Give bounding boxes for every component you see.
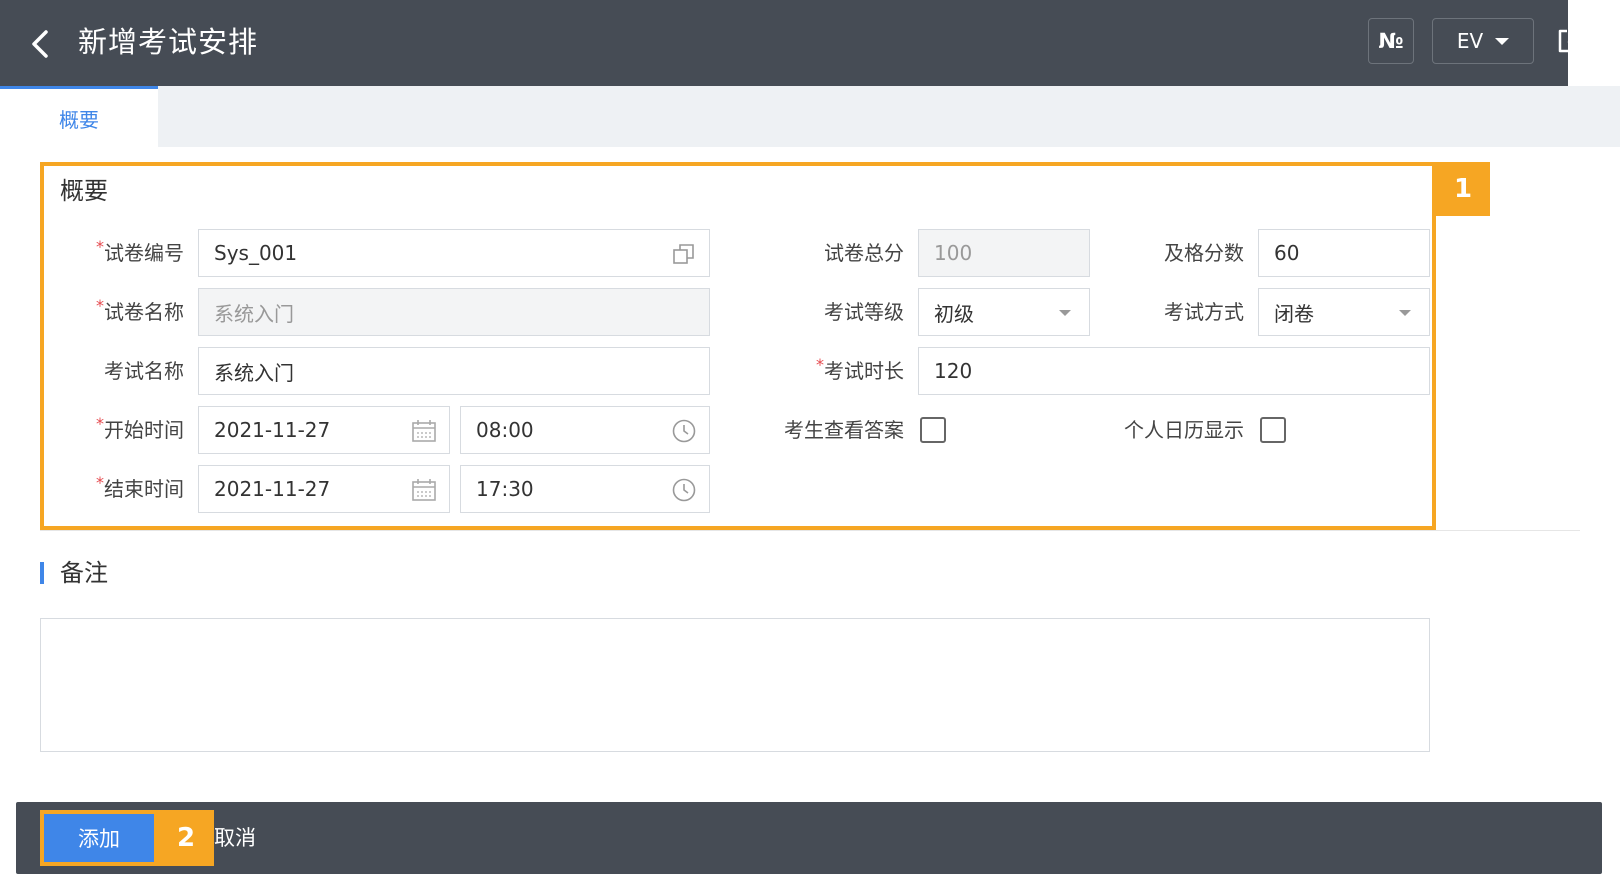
paper-code-input[interactable]: Sys_001 <box>198 229 710 277</box>
dropdown-caret-icon <box>1059 310 1071 316</box>
pass-score-label: 及格分数 <box>1164 241 1244 265</box>
exam-mode-label: 考试方式 <box>1164 300 1244 324</box>
required-asterisk: * <box>96 237 104 256</box>
end-time-value: 17:30 <box>476 477 534 501</box>
section-divider <box>40 530 1580 531</box>
start-date-input[interactable]: 2021-11-27 <box>198 406 450 454</box>
calendar-display-label: 个人日历显示 <box>1124 418 1244 442</box>
required-asterisk: * <box>816 355 824 374</box>
number-button[interactable]: № <box>1368 18 1414 64</box>
pass-score-value: 60 <box>1274 241 1300 265</box>
top-header: 新增考试安排 № EV <box>0 0 1582 86</box>
page-title: 新增考试安排 <box>78 25 259 59</box>
start-time-label: *开始时间 <box>96 414 184 442</box>
calendar-display-checkbox[interactable] <box>1260 417 1286 443</box>
end-date-input[interactable]: 2021-11-27 <box>198 465 450 513</box>
total-score-label: 试卷总分 <box>824 241 904 265</box>
end-time-input[interactable]: 17:30 <box>460 465 710 513</box>
view-answers-checkbox[interactable] <box>920 417 946 443</box>
exam-level-value: 初级 <box>934 301 974 326</box>
exam-level-label: 考试等级 <box>824 300 904 324</box>
clock-icon[interactable] <box>671 418 697 444</box>
language-dropdown[interactable]: EV <box>1432 18 1534 64</box>
calendar-icon[interactable] <box>411 477 437 503</box>
number-label: № <box>1378 29 1404 53</box>
required-asterisk: * <box>96 414 104 433</box>
total-score-value: 100 <box>934 241 973 265</box>
dropdown-caret-icon <box>1399 310 1411 316</box>
duration-label: *考试时长 <box>816 355 904 383</box>
exam-mode-select[interactable]: 闭卷 <box>1258 288 1430 336</box>
annotation-badge-2: 2 <box>158 810 214 866</box>
remarks-section-title: 备注 <box>40 558 108 588</box>
required-asterisk: * <box>96 473 104 492</box>
calendar-icon[interactable] <box>411 418 437 444</box>
paper-code-label: *试卷编号 <box>96 237 184 265</box>
remarks-textarea[interactable] <box>40 618 1430 752</box>
duration-value: 120 <box>934 359 973 383</box>
overview-section-title: 概要 <box>40 176 108 206</box>
paper-name-label: *试卷名称 <box>96 296 184 324</box>
exam-name-input[interactable]: 系统入门 <box>198 347 710 395</box>
pass-score-input[interactable]: 60 <box>1258 229 1430 277</box>
language-label: EV <box>1456 29 1484 53</box>
paper-name-value: 系统入门 <box>214 301 294 326</box>
back-arrow-icon[interactable] <box>24 24 56 64</box>
tab-bar: 概要 <box>0 86 1620 147</box>
caret-down-icon <box>1495 37 1510 45</box>
external-share-icon[interactable] <box>1555 26 1585 56</box>
exam-level-select[interactable]: 初级 <box>918 288 1090 336</box>
clock-icon[interactable] <box>671 477 697 503</box>
annotation-badge-1: 1 <box>1436 162 1490 216</box>
exam-name-value: 系统入门 <box>214 360 294 385</box>
copy-icon[interactable] <box>671 241 697 267</box>
exam-mode-value: 闭卷 <box>1274 301 1314 326</box>
start-time-value: 08:00 <box>476 418 534 442</box>
cancel-button[interactable]: 取消 <box>214 820 256 856</box>
paper-code-value: Sys_001 <box>214 241 298 265</box>
tab-overview[interactable]: 概要 <box>0 86 158 147</box>
end-time-label: *结束时间 <box>96 473 184 501</box>
duration-input[interactable]: 120 <box>918 347 1430 395</box>
exam-name-label: 考试名称 <box>104 359 184 383</box>
end-date-value: 2021-11-27 <box>214 477 331 501</box>
start-date-value: 2021-11-27 <box>214 418 331 442</box>
view-answers-label: 考生查看答案 <box>784 418 904 442</box>
total-score-input: 100 <box>918 229 1090 277</box>
paper-name-input: 系统入门 <box>198 288 710 336</box>
required-asterisk: * <box>96 296 104 315</box>
start-time-input[interactable]: 08:00 <box>460 406 710 454</box>
add-button[interactable]: 添加 <box>40 810 158 866</box>
